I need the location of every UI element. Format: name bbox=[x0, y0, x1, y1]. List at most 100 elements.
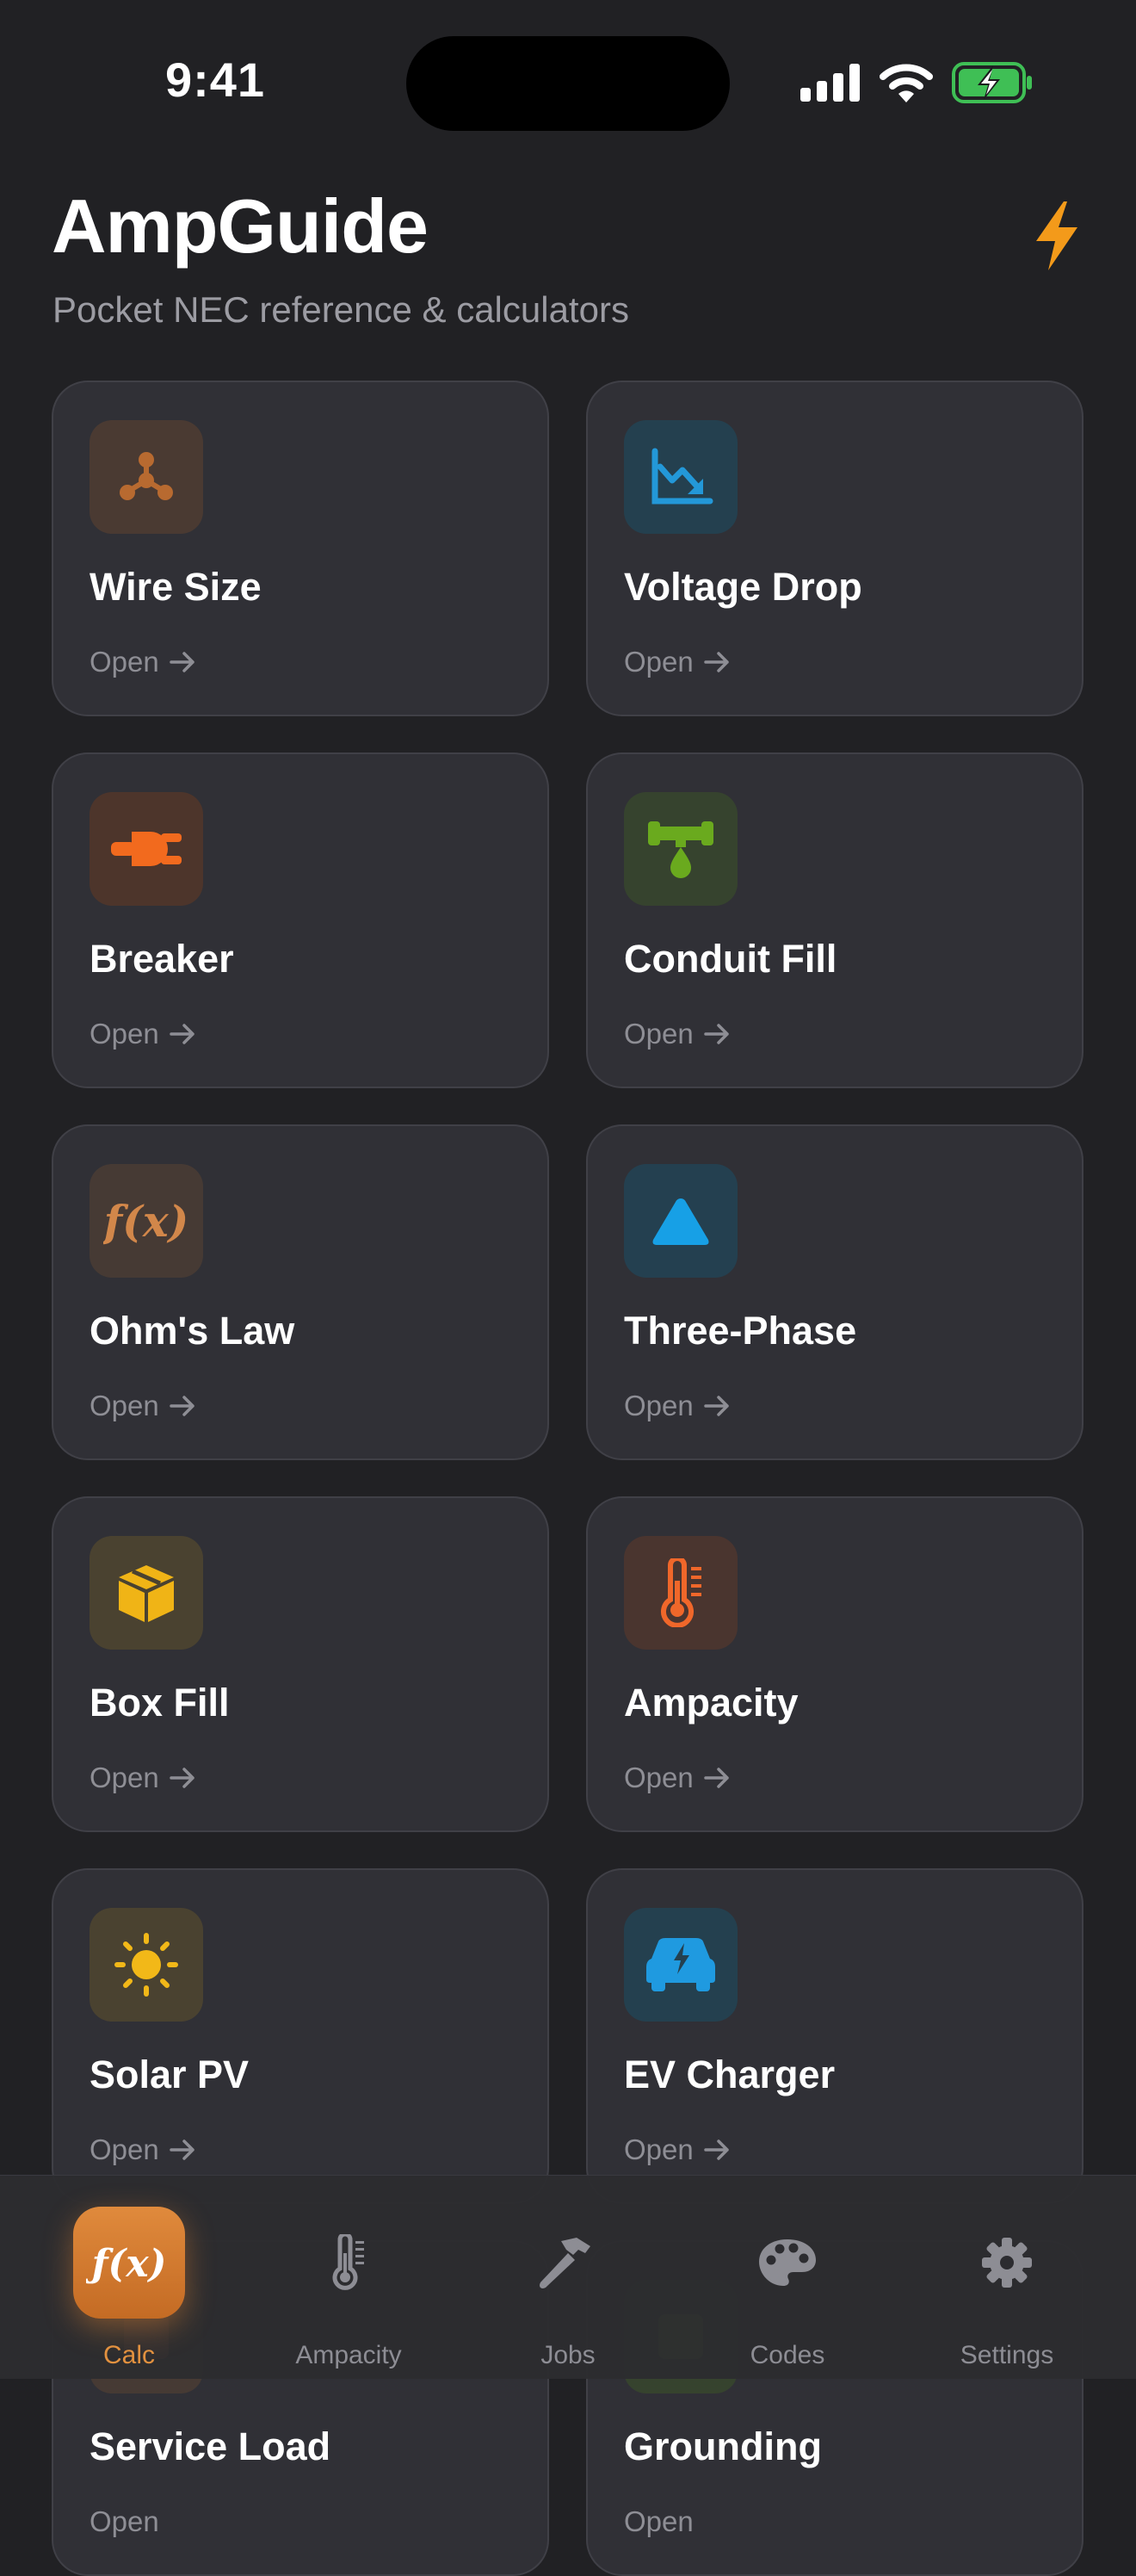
open-link[interactable]: Open bbox=[624, 2505, 694, 2538]
box-icon bbox=[119, 1565, 174, 1622]
open-label: Open bbox=[90, 1390, 159, 1421]
function-icon: ƒ(x) bbox=[86, 2242, 166, 2286]
chart-down-icon bbox=[651, 448, 713, 505]
sun-icon bbox=[114, 1933, 178, 1997]
arrow-right-icon bbox=[169, 2139, 194, 2160]
arrow-right-icon bbox=[703, 652, 729, 672]
arrow-right-icon bbox=[169, 1024, 194, 1044]
tool-card-wire-size[interactable]: Wire Size Open bbox=[52, 381, 549, 716]
tool-card-title: Grounding bbox=[624, 2424, 822, 2468]
codes-tab-icon-wrap bbox=[732, 2207, 843, 2319]
tool-card-title: Ohm's Law bbox=[90, 1309, 295, 1353]
open-link[interactable]: Open bbox=[624, 1018, 730, 1050]
open-label: Open bbox=[90, 2133, 159, 2165]
tab-settings[interactable]: Settings bbox=[912, 2176, 1102, 2379]
svg-text:ƒ(x): ƒ(x) bbox=[86, 2242, 166, 2286]
settings-tab-icon-wrap bbox=[951, 2207, 1063, 2319]
tool-card-title: Box Fill bbox=[90, 1681, 230, 1725]
open-link[interactable]: Open bbox=[90, 646, 195, 678]
open-label: Open bbox=[90, 646, 159, 678]
open-label: Open bbox=[624, 2505, 694, 2537]
plug-icon bbox=[111, 832, 182, 866]
tab-jobs[interactable]: Jobs bbox=[473, 2176, 663, 2379]
open-label: Open bbox=[90, 1762, 159, 1793]
arrow-right-icon bbox=[703, 1024, 729, 1044]
tool-card-title: Service Load bbox=[90, 2424, 331, 2468]
tool-card-title: Ampacity bbox=[624, 1681, 799, 1725]
palette-icon bbox=[759, 2239, 816, 2286]
tool-card-title: EV Charger bbox=[624, 2053, 836, 2096]
open-label: Open bbox=[624, 1762, 694, 1793]
tool-card-voltage-drop[interactable]: Voltage Drop Open bbox=[586, 381, 1084, 716]
open-link[interactable]: Open bbox=[624, 2133, 730, 2166]
tool-card-breaker[interactable]: Breaker Open bbox=[52, 752, 549, 1088]
open-link[interactable]: Open bbox=[90, 1762, 195, 1794]
open-label: Open bbox=[90, 2505, 159, 2537]
open-label: Open bbox=[90, 1018, 159, 1050]
tool-card-solar-pv[interactable]: Solar PV Open bbox=[52, 1868, 549, 2204]
triangle-icon bbox=[652, 1198, 709, 1245]
open-link[interactable]: Open bbox=[624, 646, 730, 678]
voltage-drop-icon-tile bbox=[624, 420, 738, 534]
pipe-drop-icon bbox=[648, 821, 713, 878]
wire-node-icon bbox=[120, 452, 173, 500]
ampacity-tab-icon-wrap bbox=[293, 2207, 404, 2319]
function-icon: ƒ(x) bbox=[103, 1196, 188, 1247]
tab-codes[interactable]: Codes bbox=[693, 2176, 882, 2379]
gear-icon bbox=[982, 2238, 1032, 2288]
arrow-right-icon bbox=[703, 1396, 729, 1416]
tab-bar: ƒ(x) Calc Ampacity Jobs Codes Settings bbox=[0, 2175, 1136, 2379]
hammer-icon bbox=[540, 2238, 590, 2288]
arrow-right-icon bbox=[703, 2139, 729, 2160]
tool-card-title: Conduit Fill bbox=[624, 937, 837, 981]
open-link[interactable]: Open bbox=[90, 2505, 159, 2538]
open-label: Open bbox=[624, 1390, 694, 1421]
tool-card-title: Solar PV bbox=[90, 2053, 250, 2096]
tool-card-ohms-law[interactable]: ƒ(x) Ohm's Law Open bbox=[52, 1124, 549, 1460]
tool-card-ampacity[interactable]: Ampacity Open bbox=[586, 1496, 1084, 1832]
arrow-right-icon bbox=[169, 1768, 194, 1788]
tool-card-box-fill[interactable]: Box Fill Open bbox=[52, 1496, 549, 1832]
tool-card-title: Wire Size bbox=[90, 565, 262, 609]
open-link[interactable]: Open bbox=[90, 1018, 195, 1050]
tool-card-conduit-fill[interactable]: Conduit Fill Open bbox=[586, 752, 1084, 1088]
open-label: Open bbox=[624, 2133, 694, 2165]
open-label: Open bbox=[624, 1018, 694, 1050]
tool-card-title: Three-Phase bbox=[624, 1309, 857, 1353]
tab-label: Codes bbox=[750, 2341, 825, 2369]
breaker-icon-tile bbox=[90, 792, 203, 906]
open-link[interactable]: Open bbox=[90, 2133, 195, 2166]
tab-label: Settings bbox=[960, 2341, 1054, 2369]
thermometer-icon bbox=[661, 1558, 701, 1627]
wire-size-icon-tile bbox=[90, 420, 203, 534]
tab-label: Jobs bbox=[540, 2341, 596, 2369]
tab-ampacity[interactable]: Ampacity bbox=[254, 2176, 443, 2379]
tool-card-title: Breaker bbox=[90, 937, 234, 981]
arrow-right-icon bbox=[703, 1768, 729, 1788]
open-link[interactable]: Open bbox=[624, 1762, 730, 1794]
tab-label: Ampacity bbox=[295, 2341, 402, 2369]
svg-text:ƒ(x): ƒ(x) bbox=[103, 1196, 188, 1247]
box-fill-icon-tile bbox=[90, 1536, 203, 1650]
tab-calc[interactable]: ƒ(x) Calc bbox=[34, 2176, 224, 2379]
tool-grid: Wire Size Open Voltage Drop Open Breaker… bbox=[0, 0, 1136, 2576]
three-phase-icon-tile bbox=[624, 1164, 738, 1278]
solar-pv-icon-tile bbox=[90, 1908, 203, 2022]
thermometer-icon bbox=[332, 2234, 364, 2290]
tool-card-title: Voltage Drop bbox=[624, 565, 862, 609]
arrow-right-icon bbox=[169, 1396, 194, 1416]
ampacity-icon-tile bbox=[624, 1536, 738, 1650]
car-bolt-icon bbox=[646, 1938, 715, 1991]
tool-card-ev-charger[interactable]: EV Charger Open bbox=[586, 1868, 1084, 2204]
jobs-tab-icon-wrap bbox=[512, 2207, 624, 2319]
tab-label: Calc bbox=[102, 2341, 155, 2369]
ohms-law-icon-tile: ƒ(x) bbox=[90, 1164, 203, 1278]
open-link[interactable]: Open bbox=[624, 1390, 730, 1422]
tool-card-three-phase[interactable]: Three-Phase Open bbox=[586, 1124, 1084, 1460]
ev-charger-icon-tile bbox=[624, 1908, 738, 2022]
open-label: Open bbox=[624, 646, 694, 678]
arrow-right-icon bbox=[169, 652, 194, 672]
open-link[interactable]: Open bbox=[90, 1390, 195, 1422]
calc-tab-icon-tile: ƒ(x) bbox=[73, 2207, 185, 2319]
conduit-fill-icon-tile bbox=[624, 792, 738, 906]
